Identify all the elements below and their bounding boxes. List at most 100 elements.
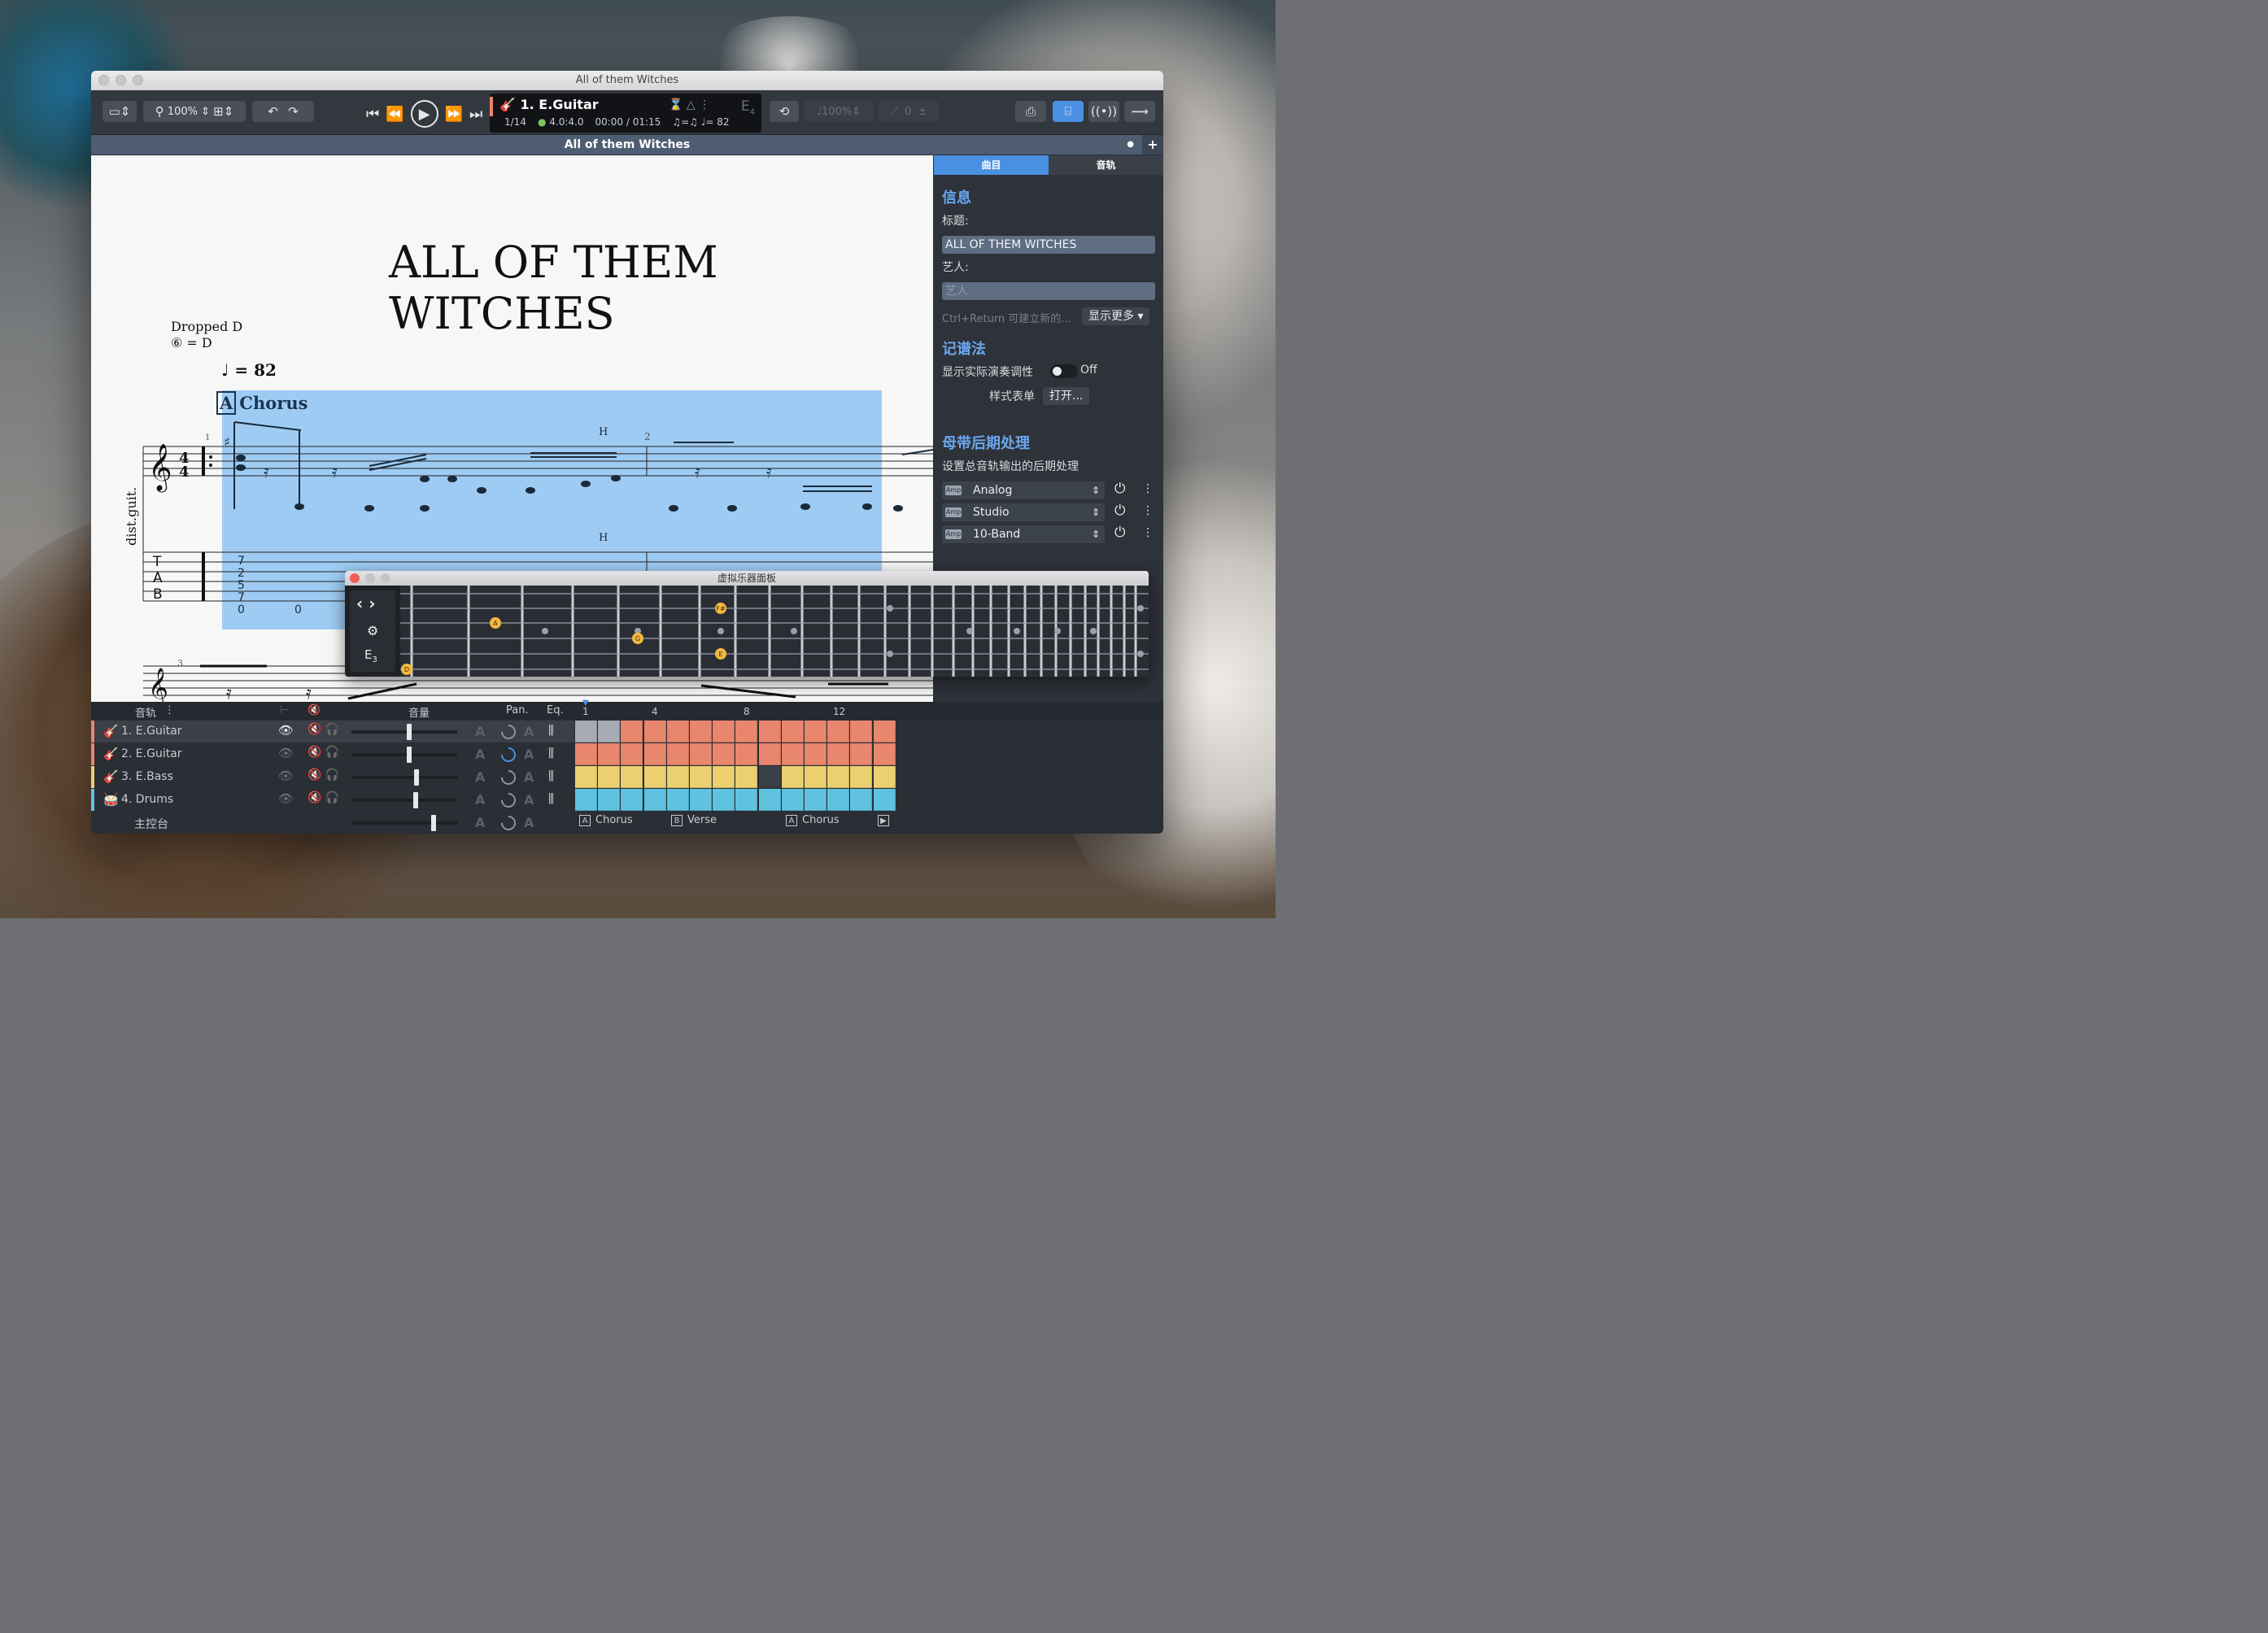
eq-icon[interactable]: ⫼ (548, 746, 554, 760)
document-tab[interactable]: All of them Witches ● + (91, 135, 1163, 155)
mute-solo-icons[interactable]: 🔇 🎧 (307, 723, 339, 736)
section-chip[interactable]: B Verse (671, 814, 717, 826)
bar-cell[interactable] (690, 721, 712, 742)
zoom-button[interactable] (133, 75, 143, 85)
bar-cell[interactable] (735, 721, 758, 742)
effect-slot[interactable]: Amp Studio ⇕ (942, 503, 1105, 521)
volume-knob[interactable] (413, 792, 418, 808)
fast-forward-icon[interactable]: ⏩ (445, 106, 463, 123)
bar-cell[interactable] (805, 743, 827, 765)
chevron-left-icon[interactable]: ‹ (356, 594, 363, 613)
effect-slot[interactable]: Amp 10-Band ⇕ (942, 525, 1105, 543)
stepper-icon[interactable]: ⇕ (1092, 481, 1100, 499)
metronome-icons[interactable]: ⌛ △ ⋮ (669, 98, 710, 111)
pan-knob[interactable] (498, 812, 519, 834)
bar-cell[interactable] (873, 789, 896, 811)
bar-cell[interactable] (713, 743, 735, 765)
title-input[interactable]: ALL OF THEM WITCHES (942, 236, 1155, 254)
window-controls[interactable] (98, 75, 143, 85)
bar-cell[interactable] (713, 721, 735, 742)
fretboard-toggle[interactable]: ⌸ (1053, 101, 1084, 122)
audio-button[interactable]: ((•)) (1088, 101, 1119, 122)
bar-cell[interactable] (621, 766, 643, 788)
bar-cell[interactable] (621, 743, 643, 765)
bar-cell[interactable] (666, 789, 689, 811)
loop-button[interactable]: ⟲ (770, 101, 799, 122)
bar-cell[interactable] (781, 789, 804, 811)
panel-minimize-button[interactable] (365, 573, 375, 583)
bar-cell[interactable] (827, 721, 850, 742)
more-icon[interactable]: ⋮ (1142, 482, 1154, 495)
auto-icon[interactable]: A (475, 815, 485, 830)
volume-slider[interactable] (351, 753, 457, 756)
auto-icon[interactable]: A (524, 747, 534, 762)
skip-start-icon[interactable]: ⏮ (366, 106, 379, 123)
bar-cell[interactable] (598, 766, 621, 788)
auto-icon[interactable]: A (524, 815, 534, 830)
open-stylesheet-button[interactable]: 打开... (1043, 387, 1090, 405)
tab-song[interactable]: 曲目 (934, 155, 1049, 175)
mute-icon[interactable]: 🔇 (307, 704, 321, 716)
volume-slider[interactable] (351, 776, 457, 779)
play-button[interactable]: ▶ (410, 100, 438, 128)
bar-cell[interactable] (850, 766, 873, 788)
zoom-control[interactable]: ⚲ 100% ⇕ ⊞⇕ (143, 101, 246, 122)
pan-knob[interactable] (498, 790, 519, 811)
transpose-toggle[interactable] (1050, 364, 1078, 378)
bar-cell[interactable] (643, 789, 666, 811)
bar-cell[interactable] (850, 721, 873, 742)
tab-track[interactable]: 音轨 (1049, 155, 1163, 175)
bar-cell[interactable] (850, 743, 873, 765)
panel-close-button[interactable] (350, 573, 360, 583)
auto-icon[interactable]: A (475, 747, 485, 762)
bar-cell[interactable] (735, 789, 758, 811)
bar-cell[interactable] (827, 789, 850, 811)
bar-cell[interactable] (621, 789, 643, 811)
guitar-input-button[interactable]: ⟿ (1124, 101, 1155, 122)
bar-cell[interactable] (781, 766, 804, 788)
pan-knob[interactable] (498, 721, 519, 742)
layout-button[interactable]: ▭⇕ (102, 101, 137, 122)
bar-cell[interactable] (805, 789, 827, 811)
eye-icon[interactable]: 👁 (278, 769, 294, 783)
section-chip[interactable]: A Chorus (579, 814, 633, 826)
power-icon[interactable]: ⏻ (1114, 503, 1125, 519)
eye-icon[interactable]: 👁 (278, 723, 294, 738)
bar-cell[interactable] (827, 766, 850, 788)
bar-cell[interactable] (713, 789, 735, 811)
bar-cell[interactable] (735, 766, 758, 788)
fretboard[interactable]: A F# G E D (400, 586, 1149, 677)
pan-knob[interactable] (498, 767, 519, 788)
eq-icon[interactable]: ⫼ (548, 769, 554, 783)
bar-cell[interactable] (758, 743, 781, 765)
track-menu-icon[interactable]: ⋮ (164, 704, 175, 716)
bar-cell[interactable] (598, 789, 621, 811)
bar-cell[interactable] (781, 743, 804, 765)
bar-cell[interactable] (621, 721, 643, 742)
bar-cell[interactable] (827, 743, 850, 765)
volume-knob[interactable] (407, 724, 412, 740)
bar-cell[interactable] (690, 789, 712, 811)
skip-end-icon[interactable]: ⏭ (469, 106, 482, 123)
bar-cell[interactable] (735, 743, 758, 765)
prev-next-arrows[interactable]: ‹ › (356, 594, 375, 613)
gear-icon[interactable]: ⚙ (367, 623, 378, 638)
bar-cell[interactable] (690, 766, 712, 788)
bar-cell[interactable] (873, 721, 896, 742)
bar-cell[interactable] (850, 789, 873, 811)
track-row[interactable]: 🎸 2. E.Guitar 👁 🔇 🎧 A A ⫼ (91, 743, 574, 765)
auto-icon[interactable]: A (475, 792, 485, 808)
more-icon[interactable]: ⋮ (1142, 504, 1154, 517)
volume-slider[interactable] (351, 730, 457, 734)
bar-cell[interactable] (666, 721, 689, 742)
auto-icon[interactable]: A (475, 724, 485, 739)
section-chip[interactable]: A Chorus (786, 814, 840, 826)
pan-knob[interactable] (498, 744, 519, 765)
bar-cell[interactable] (758, 721, 781, 742)
eye-icon[interactable]: 👁 (278, 791, 294, 806)
bar-cell[interactable] (781, 721, 804, 742)
print-button[interactable]: ⎙ (1015, 101, 1046, 122)
eq-icon[interactable]: ⫼ (548, 791, 554, 806)
auto-icon[interactable]: A (475, 769, 485, 785)
bar-cell[interactable] (643, 721, 666, 742)
